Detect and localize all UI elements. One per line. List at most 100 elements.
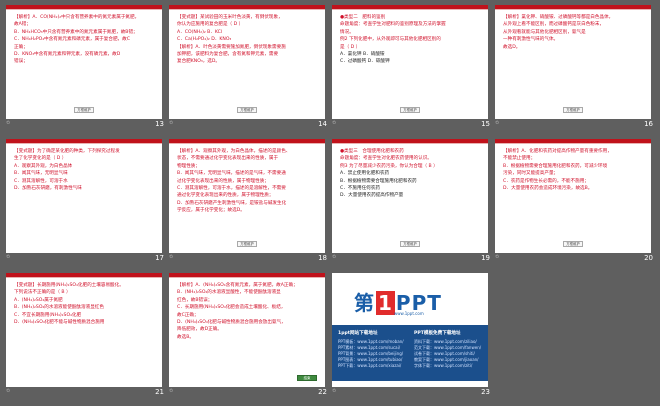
- slide-text-line: B．(NH₄)₂SO₄的水溶液显酸性，不能使酚酞溶液显: [177, 290, 281, 296]
- slide-body-text: 【解析】A．(NH₄)₂SO₄含有氮元素，属于氮肥，故A正确； B．(NH₄)₂S…: [177, 282, 319, 341]
- slide-text-line: C．Ca(H₂PO₄)₂ D．KNO₃: [177, 37, 232, 43]
- slide-text-line: 学反应，属于化学变化；故选D。: [177, 208, 245, 214]
- slide-action-button[interactable]: 方框维护: [563, 241, 583, 247]
- slide-body-text: ●类型二 肥料的鉴别 命题角度：考查学生对肥料的鉴别原理及方法的掌握 情况。 例2 下…: [340, 14, 482, 66]
- slide-body-text: 【解析】A．化肥和农药对提高作物产量有重要作用， 不能禁止使用； B．根据植物需要合…: [503, 148, 645, 192]
- slide-thumbnail[interactable]: 【变式题】长期施用(NH₄)₂SO₄化肥的土壤容易酸化。 下列说法不正确的是（ B…: [4, 270, 167, 404]
- slide-text-line: 【变式题】某试验田的玉米叶色淡黄，有倒伏现象，: [177, 15, 283, 20]
- slide-canvas: 【变式题】某试验田的玉米叶色淡黄，有倒伏现象， 你认为应施用的复合肥是（ D ） A…: [169, 5, 325, 119]
- slide-text-line: C．测其溶解性，可溶于水: [14, 178, 68, 184]
- slide-text-line: 【解析】A．(NH₄)₂SO₄含有氮元素，属于氮肥，故A正确；: [177, 283, 298, 288]
- slide-text-line: D．大量使用农药提高作物产量: [340, 193, 404, 199]
- slide-thumbnail[interactable]: 【解析】A．化肥和农药对提高作物产量有重要作用， 不能禁止使用； B．根据植物需要合…: [493, 136, 656, 270]
- transition-star-icon: ✩: [332, 254, 337, 260]
- slide-text-line: 下列说法不正确的是（ B ）: [14, 290, 71, 296]
- slide-text-line: C．测其溶解性，可溶于水，描述的是溶解性，不需要: [177, 186, 286, 192]
- slide-text-line: 例2 下列化肥中，从外观即可与其他化肥相区别的: [340, 37, 441, 43]
- slide-text-line: B．闻其气味，无明显气味: [14, 171, 68, 177]
- slide-thumbnail[interactable]: 【解析】A．(NH₄)₂SO₄含有氮元素，属于氮肥，故A正确； B．(NH₄)₂S…: [167, 270, 330, 404]
- slide-top-rule: [6, 143, 162, 144]
- slide-text-line: 【解析】氯化钾、硝酸铵、过磷酸钙等都是白色晶体，: [503, 15, 614, 20]
- slide-text-line: 不能禁止使用；: [503, 156, 536, 162]
- slide-action-button[interactable]: 方框维护: [400, 241, 420, 247]
- slide-top-rule: [495, 143, 651, 144]
- slide-text-line: 你认为应施用的复合肥是（ D ）: [177, 22, 244, 28]
- transition-star-icon: ✩: [6, 388, 11, 394]
- slide-number: 13: [155, 120, 164, 128]
- slide-text-line: 降低肥效，故D正确。: [177, 327, 222, 333]
- slide-action-button[interactable]: 方框维护: [74, 107, 94, 113]
- slide-canvas: ●类型三 合理使用化肥和农药 命题角度：考查学生对化肥农药使用的认识。 例3 为了尽…: [332, 139, 488, 253]
- slide-thumbnail[interactable]: 【变式题】为了确定某化肥的种类，下列探究过程发 生了化学变化的是（ D ） A．观察…: [4, 136, 167, 270]
- slide-canvas: 【解析】氯化钾、硝酸铵、过磷酸钙等都是白色晶体， 从外观上看不能区别，而过磷酸钙是…: [495, 5, 651, 119]
- slide-number: 18: [318, 254, 327, 262]
- slide-text-line: 【变式题】为了确定某化肥的种类，下列探究过程发: [14, 149, 120, 154]
- slide-number: 20: [644, 254, 653, 262]
- slide-text-line: D．(NH₄)₂SO₄化肥与碱性物质混合施用会放出氨气，: [177, 320, 286, 326]
- slide-thumbnail[interactable]: 【变式题】某试验田的玉米叶色淡黄，有倒伏现象， 你认为应施用的复合肥是（ D ） A…: [167, 2, 330, 136]
- slide-text-line: 从外观上看不能区别，而过磷酸钙是灰白色粉末，: [503, 22, 605, 28]
- slide-thumbnail[interactable]: 第 1 PPT www.1ppt.com 1ppt网站下载地址 PPT模板：www.1pp…: [330, 270, 493, 404]
- slide-text-line: ●类型三 合理使用化肥和农药: [340, 149, 404, 154]
- slide-text-line: 生了化学变化的是（ D ）: [14, 156, 67, 162]
- slide-text-line: B．(NH₄)₂SO₄的水溶液能使酚酞溶液显红色: [14, 305, 104, 311]
- slide-text-line: 情况。: [340, 29, 354, 35]
- slide-text-line: 命题角度：考查学生对化肥农药使用的认识。: [340, 156, 432, 162]
- slide-canvas: 【解析】A．(NH₄)₂SO₄含有氮元素，属于氮肥，故A正确； B．(NH₄)₂S…: [169, 273, 325, 387]
- slide-text-line: B．闻其气味，无明显气味，描述的是气味，不需要通: [177, 171, 286, 177]
- slide-text-line: B．根据植物需要合理施用化肥和农药，可减少环境: [503, 163, 608, 169]
- slide-text-line: A．禁止使用化肥和农药: [340, 171, 390, 177]
- slide-text-line: 【解析】A．叶色淡黄需要施加氮肥，倒伏现象需要施: [177, 44, 286, 50]
- slide-top-rule: [495, 9, 651, 10]
- transition-star-icon: ✩: [169, 388, 174, 394]
- transition-star-icon: ✩: [332, 120, 337, 126]
- slide-number: 16: [644, 120, 653, 128]
- slide-action-button[interactable]: 方框维护: [237, 107, 257, 113]
- slide-canvas: ●类型二 肥料的鉴别 命题角度：考查学生对肥料的鉴别原理及方法的掌握 情况。 例2 下…: [332, 5, 488, 119]
- slide-text-line: 复合肥KNO₃，选D。: [177, 59, 221, 65]
- slide-canvas: 【解析】A．CO(NH₂)₂中只含有营养素中的氮元素属于氮肥， 故A错； B．NH₄…: [6, 5, 162, 119]
- link-band: 1ppt网站下载地址 PPT模板：www.1ppt.com/moban/PPT素材…: [332, 325, 488, 381]
- slide-thumbnail[interactable]: 【解析】氯化钾、硝酸铵、过磷酸钙等都是白色晶体， 从外观上看不能区别，而过磷酸钙是…: [493, 2, 656, 136]
- slide-action-button[interactable]: 方框维护: [237, 241, 257, 247]
- slide-sorter-grid: 【解析】A．CO(NH₂)₂中只含有营养素中的氮元素属于氮肥， 故A错； B．NH₄…: [4, 2, 656, 404]
- slide-action-button[interactable]: 方框维护: [400, 107, 420, 113]
- slide-text-line: 从外观看就能与其他化肥相区别，氨气是: [503, 29, 586, 35]
- slide-text-line: 是（ D ）: [340, 44, 361, 50]
- slide-text-line: A．氯化钾 B．硝酸铵: [340, 52, 385, 58]
- slide-body-text: 【解析】A．CO(NH₂)₂中只含有营养素中的氮元素属于氮肥， 故A错； B．NH₄…: [14, 14, 156, 66]
- slide-text-line: 【解析】A．CO(NH₂)₂中只含有营养素中的氮元素属于氮肥，: [14, 15, 140, 20]
- slide-text-line: 过化学变化表现出来的性质，属于物理性质；: [177, 178, 269, 184]
- right-link-column: PPT模板免费下载地址 资料下载：www.1ppt.com/ziliao/范文下载…: [414, 331, 484, 369]
- slide-canvas: 第 1 PPT www.1ppt.com 1ppt网站下载地址 PPT模板：www.1pp…: [332, 273, 488, 387]
- slide-thumbnail[interactable]: ●类型二 肥料的鉴别 命题角度：考查学生对肥料的鉴别原理及方法的掌握 情况。 例2 下…: [330, 2, 493, 136]
- slide-canvas: 【变式题】长期施用(NH₄)₂SO₄化肥的土壤容易酸化。 下列说法不正确的是（ B…: [6, 273, 162, 387]
- slide-text-line: 污染，同时又能提高产量；: [503, 171, 559, 177]
- slide-text-line: B．根据植物需要合理施用化肥和农药: [340, 178, 417, 184]
- slide-action-button[interactable]: 结束: [297, 375, 317, 381]
- download-link[interactable]: 字体下载：www.1ppt.com/ziti/: [414, 363, 484, 369]
- logo-char: 第: [354, 291, 375, 315]
- slide-text-line: D．大量使用农药会造成环境污染，故选B。: [503, 186, 593, 192]
- transition-star-icon: ✩: [332, 388, 337, 394]
- slide-thumbnail[interactable]: 【解析】A．CO(NH₂)₂中只含有营养素中的氮元素属于氮肥， 故A错； B．NH₄…: [4, 2, 167, 136]
- slide-number: 21: [155, 388, 164, 396]
- slide-action-button[interactable]: 方框维护: [563, 107, 583, 113]
- slide-thumbnail[interactable]: 【解析】A．观察其外观，为白色晶体，描述的是颜色、 状态，不需要通过化学变化表现出…: [167, 136, 330, 270]
- slide-number: 17: [155, 254, 164, 262]
- logo-subtitle: www.1ppt.com: [394, 311, 424, 316]
- slide-text-line: 正确；: [14, 44, 28, 50]
- left-link-column: 1ppt网站下载地址 PPT模板：www.1ppt.com/moban/PPT素材…: [338, 331, 408, 369]
- slide-text-line: D．加熟石灰研磨产生刺激性气味，是铵盐与碱发生化: [177, 200, 287, 206]
- slide-thumbnail[interactable]: ●类型三 合理使用化肥和农药 命题角度：考查学生对化肥农药使用的认识。 例3 为了尽…: [330, 136, 493, 270]
- slide-text-line: 状态，不需要通过化学变化表现出来的性质，属于: [177, 156, 279, 162]
- slide-text-line: 故选B。: [177, 334, 194, 340]
- slide-canvas: 【变式题】为了确定某化肥的种类，下列探究过程发 生了化学变化的是（ D ） A．观察…: [6, 139, 162, 253]
- logo-number: 1: [376, 291, 395, 315]
- slide-text-line: C．农药是作物生长必需的，不能不施用；: [503, 178, 589, 184]
- download-link[interactable]: PPT下载：www.1ppt.com/xiazai/: [338, 363, 408, 369]
- slide-text-line: 【解析】A．化肥和农药对提高作物产量有重要作用，: [503, 149, 612, 154]
- slide-body-text: ●类型三 合理使用化肥和农药 命题角度：考查学生对化肥农药使用的认识。 例3 为了尽…: [340, 148, 482, 200]
- slide-text-line: 命题角度：考查学生对肥料的鉴别原理及方法的掌握: [340, 22, 446, 28]
- slide-text-line: D．KNO₃中含有氮元素和钾元素，没有磷元素，故D: [14, 52, 121, 58]
